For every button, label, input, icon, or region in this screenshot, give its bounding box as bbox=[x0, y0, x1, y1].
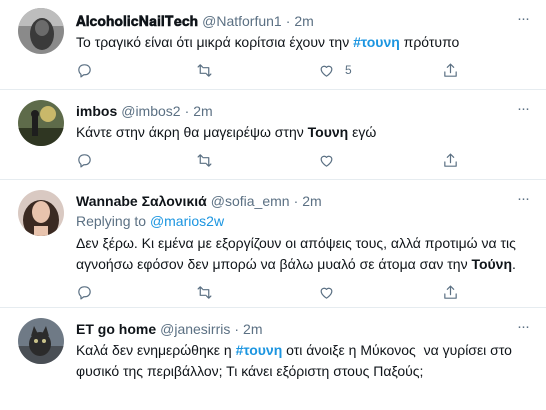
share-icon bbox=[444, 63, 457, 77]
more-options-icon[interactable]: ··· bbox=[514, 319, 532, 340]
author-handle[interactable]: @janesirris bbox=[160, 321, 230, 337]
author-handle[interactable]: @Natforfun1 bbox=[202, 13, 282, 29]
author-handle[interactable]: @sofia_emn bbox=[211, 193, 290, 209]
retweet-button[interactable] bbox=[196, 151, 213, 169]
share-icon bbox=[444, 285, 457, 299]
author-name[interactable]: imbos bbox=[76, 103, 117, 119]
tweet[interactable]: 𝐀𝐥𝐜𝐨𝐡𝐨𝐥𝐢𝐜𝐍𝐚𝐢𝐥𝐓𝐞𝐜𝐡 @Natforfun1 · 2m ··· Τ… bbox=[0, 0, 546, 90]
mention-link[interactable]: @marios2w bbox=[150, 213, 224, 229]
retweet-icon bbox=[197, 285, 212, 299]
like-button[interactable] bbox=[318, 283, 335, 301]
share-icon bbox=[444, 153, 457, 167]
timestamp[interactable]: 2m bbox=[243, 321, 262, 337]
timestamp[interactable]: 2m bbox=[294, 13, 313, 29]
share-button[interactable] bbox=[442, 61, 459, 79]
tweet-actions bbox=[76, 283, 466, 301]
like-count: 5 bbox=[345, 63, 352, 77]
tweet-text: Κάντε στην άκρη θα μαγειρέψω στην Τουνη … bbox=[76, 124, 377, 140]
tweet-text: Δεν ξέρω. Κι εμένα με εξοργίζουν οι απόψ… bbox=[76, 235, 516, 272]
reply-icon bbox=[78, 153, 91, 167]
more-options-icon[interactable]: ··· bbox=[514, 101, 532, 122]
tweet-feed: 𝐀𝐥𝐜𝐨𝐡𝐨𝐥𝐢𝐜𝐍𝐚𝐢𝐥𝐓𝐞𝐜𝐡 @Natforfun1 · 2m ··· Τ… bbox=[0, 0, 546, 410]
author-handle[interactable]: @imbos2 bbox=[121, 103, 180, 119]
tweet[interactable]: ET go home @janesirris · 2m ··· Καλά δεν… bbox=[0, 308, 546, 410]
separator-dot: · bbox=[293, 193, 299, 209]
separator-dot: · bbox=[234, 321, 240, 337]
retweet-button[interactable] bbox=[196, 283, 213, 301]
share-button[interactable] bbox=[442, 151, 459, 169]
tweet-actions bbox=[76, 151, 466, 169]
reply-icon bbox=[78, 285, 91, 299]
heart-icon bbox=[320, 287, 333, 299]
tweet-actions: 5 bbox=[76, 61, 466, 79]
avatar[interactable] bbox=[18, 8, 64, 54]
reply-icon bbox=[78, 63, 91, 77]
timestamp[interactable]: 2m bbox=[302, 193, 321, 209]
tweet[interactable]: imbos @imbos2 · 2m ··· Κάντε στην άκρη θ… bbox=[0, 90, 546, 180]
tweet[interactable]: Wannabe Σαλονικιά @sofia_emn · 2m ··· Re… bbox=[0, 180, 546, 308]
author-name[interactable]: Wannabe Σαλονικιά bbox=[76, 193, 207, 209]
retweet-icon bbox=[197, 153, 212, 167]
heart-icon bbox=[320, 155, 333, 167]
retweet-icon bbox=[197, 63, 212, 77]
retweet-button[interactable] bbox=[196, 61, 213, 79]
author-name[interactable]: ET go home bbox=[76, 321, 156, 337]
like-button[interactable] bbox=[318, 151, 335, 169]
reply-button[interactable] bbox=[76, 283, 93, 301]
separator-dot: · bbox=[184, 103, 190, 119]
like-button[interactable]: 5 bbox=[318, 61, 352, 79]
share-button[interactable] bbox=[442, 283, 459, 301]
reply-button[interactable] bbox=[76, 61, 93, 79]
separator-dot: · bbox=[285, 13, 291, 29]
heart-icon bbox=[320, 65, 333, 77]
reply-button[interactable] bbox=[76, 151, 93, 169]
more-options-icon[interactable]: ··· bbox=[514, 191, 532, 212]
replying-to: Replying to @marios2w bbox=[76, 213, 225, 229]
timestamp[interactable]: 2m bbox=[193, 103, 212, 119]
avatar[interactable] bbox=[18, 190, 64, 236]
avatar[interactable] bbox=[18, 318, 64, 364]
tweet-text: Καλά δεν ενημερώθηκε η #τουνη οτι άνοιξε… bbox=[76, 342, 512, 379]
hashtag-link[interactable]: #τουνη bbox=[353, 34, 400, 50]
hashtag-link[interactable]: #τουνη bbox=[236, 342, 283, 358]
avatar[interactable] bbox=[18, 100, 64, 146]
author-name[interactable]: 𝐀𝐥𝐜𝐨𝐡𝐨𝐥𝐢𝐜𝐍𝐚𝐢𝐥𝐓𝐞𝐜𝐡 bbox=[76, 13, 198, 30]
more-options-icon[interactable]: ··· bbox=[514, 11, 532, 32]
tweet-text: Το τραγικό είναι ότι μικρά κορίτσια έχου… bbox=[76, 34, 460, 50]
